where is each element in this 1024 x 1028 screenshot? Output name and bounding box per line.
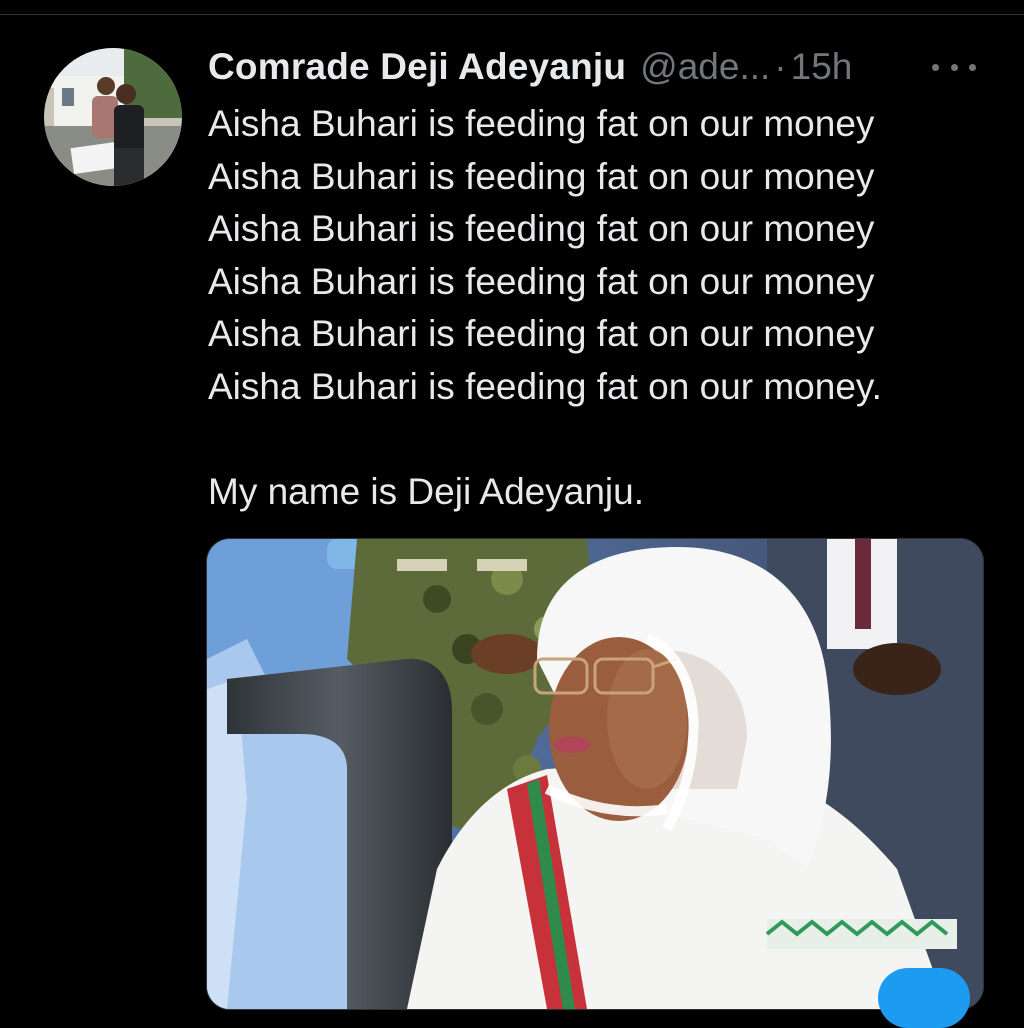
tweet-text-line: Aisha Buhari is feeding fat on our money…: [208, 365, 882, 407]
tweet-media-image[interactable]: [206, 538, 984, 1010]
tweet-text: Aisha Buhari is feeding fat on our money…: [208, 98, 1008, 518]
tweet-text-line: Aisha Buhari is feeding fat on our money: [208, 155, 875, 197]
author-name[interactable]: Comrade Deji Adeyanju: [208, 46, 626, 88]
media-blue-badge[interactable]: [878, 968, 970, 1028]
more-options-icon[interactable]: [932, 52, 976, 82]
media-photo: [207, 539, 983, 1009]
top-divider: [0, 14, 1024, 15]
tweet-text-line: Aisha Buhari is feeding fat on our money: [208, 260, 875, 302]
tweet-text-line: Aisha Buhari is feeding fat on our money: [208, 103, 875, 144]
tweet-text-line: Aisha Buhari is feeding fat on our money: [208, 208, 875, 249]
author-handle[interactable]: @ade...: [640, 46, 770, 88]
tweet-text-line: Aisha Buhari is feeding fat on our money: [208, 313, 875, 354]
tweet-closing-line: My name is Deji Adeyanju.: [208, 470, 644, 512]
author-avatar[interactable]: [44, 48, 182, 186]
header-separator: ·: [774, 46, 787, 87]
tweet-header: Comrade Deji Adeyanju @ade... · 15h: [208, 44, 852, 90]
tweet-timestamp[interactable]: 15h: [791, 46, 853, 88]
avatar-photo: [44, 48, 182, 186]
